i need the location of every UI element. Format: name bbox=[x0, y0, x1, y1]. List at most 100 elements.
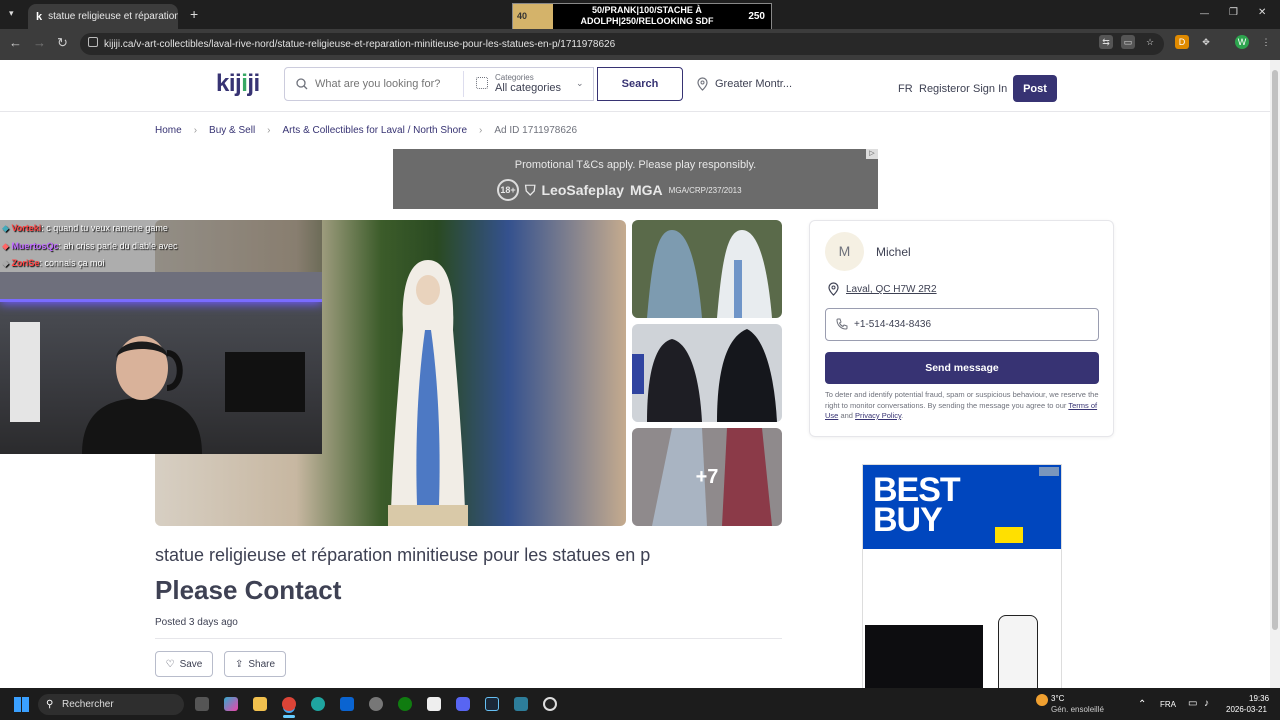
avatar[interactable]: M bbox=[825, 232, 864, 271]
bookmark-star-icon[interactable]: ☆ bbox=[1143, 35, 1157, 49]
reload-icon[interactable]: ↻ bbox=[57, 35, 68, 51]
save-button[interactable]: ♡ Save bbox=[155, 651, 213, 677]
sign-in-link[interactable]: Sign In bbox=[973, 83, 1007, 95]
weather-icon[interactable] bbox=[1036, 694, 1048, 706]
share-label: Share bbox=[248, 658, 276, 670]
chat-badge-icon: ◆ bbox=[2, 241, 9, 251]
address-bar[interactable]: kijiji.ca/v-art-collectibles/laval-rive-… bbox=[80, 33, 1164, 55]
tab-list-button[interactable]: ▾ bbox=[9, 8, 14, 19]
taskbar-search-label: Rechercher bbox=[62, 699, 114, 710]
breadcrumb-category[interactable]: Arts & Collectibles for Laval / North Sh… bbox=[283, 125, 468, 136]
shield-icon: ⛉ bbox=[525, 181, 536, 198]
seller-name[interactable]: Michel bbox=[876, 245, 911, 259]
share-icon: ⇪ bbox=[234, 658, 244, 670]
volume-icon[interactable]: ♪ bbox=[1204, 698, 1209, 709]
url-text: kijiji.ca/v-art-collectibles/laval-rive-… bbox=[104, 38, 616, 50]
ad-choices-icon[interactable] bbox=[1039, 467, 1059, 476]
chat-message: ◆ MuertosQc: ah criss parle du diable av… bbox=[2, 241, 178, 252]
cast-icon[interactable]: ▭ bbox=[1121, 35, 1135, 49]
app-icon[interactable] bbox=[514, 697, 528, 711]
mga-license: MGA/CRP/237/2013 bbox=[668, 185, 742, 195]
promo-text: Promotional T&Cs apply. Please play resp… bbox=[514, 159, 757, 171]
windows-taskbar bbox=[0, 688, 1280, 720]
breadcrumb-home[interactable]: Home bbox=[155, 125, 182, 136]
extensions-puzzle-icon[interactable]: ✥ bbox=[1199, 35, 1213, 49]
forward-arrow-icon[interactable]: → bbox=[33, 35, 46, 50]
keyboard-language[interactable]: FRA bbox=[1160, 700, 1176, 709]
chevron-down-icon[interactable]: ⌄ bbox=[576, 78, 584, 89]
disclaimer-body: To deter and identify potential fraud, s… bbox=[825, 390, 1099, 410]
best-buy-ad[interactable]: BEST BUY bbox=[862, 464, 1062, 689]
window-close-button[interactable]: ✕ bbox=[1258, 7, 1266, 18]
search-button[interactable]: Search bbox=[597, 67, 683, 101]
categories-select[interactable]: All categories bbox=[495, 82, 561, 94]
weather-desc[interactable]: Gén. ensoleillé bbox=[1051, 705, 1104, 714]
divider bbox=[0, 111, 1270, 112]
discord-icon[interactable] bbox=[456, 697, 470, 711]
location-selector[interactable]: Greater Montr... bbox=[715, 78, 792, 90]
thumbnail-2[interactable] bbox=[632, 324, 782, 422]
tray-overflow-icon[interactable]: ⌃ bbox=[1138, 699, 1146, 710]
maximize-button[interactable]: ❐ bbox=[1229, 7, 1238, 18]
search-icon bbox=[296, 78, 308, 93]
chat-badge-icon: ◆ bbox=[2, 223, 9, 233]
tab-title: statue religieuse et réparation ... bbox=[48, 11, 178, 22]
task-view-icon[interactable] bbox=[195, 697, 209, 711]
active-app-indicator bbox=[283, 715, 295, 718]
privacy-policy-link[interactable]: Privacy Policy bbox=[855, 411, 901, 420]
new-tab-button[interactable]: + bbox=[190, 6, 198, 22]
thumbnail-1[interactable] bbox=[632, 220, 782, 318]
categories-grid-icon bbox=[476, 77, 488, 89]
chrome-icon[interactable] bbox=[282, 697, 296, 711]
file-explorer-icon[interactable] bbox=[253, 697, 267, 711]
ad-choices-icon[interactable]: ▷ bbox=[866, 149, 878, 159]
scrollbar-thumb[interactable] bbox=[1272, 70, 1278, 630]
obs-icon[interactable] bbox=[543, 697, 557, 711]
clock-time[interactable]: 19:36 bbox=[1249, 694, 1269, 703]
windows-start-icon[interactable] bbox=[14, 697, 29, 712]
browser-tab[interactable]: k statue religieuse et réparation ... ✕ bbox=[28, 4, 178, 29]
promo-ad-banner[interactable]: Promotional T&Cs apply. Please play resp… bbox=[393, 149, 878, 209]
clock-date[interactable]: 2026-03-21 bbox=[1226, 705, 1267, 714]
store-icon[interactable] bbox=[427, 697, 441, 711]
banner-text: 50/PRANK|100/STACHE À ADOLPH|250/RELOOKI… bbox=[580, 5, 714, 26]
webcam-overlay bbox=[0, 272, 322, 454]
breadcrumb: Home › Buy & Sell › Arts & Collectibles … bbox=[155, 125, 577, 136]
chat-username: ZoriSe bbox=[11, 258, 40, 268]
chat-text: : connais ça moi bbox=[39, 258, 105, 268]
best-buy-tag-icon bbox=[995, 527, 1023, 543]
profile-avatar-icon[interactable]: W bbox=[1235, 35, 1249, 49]
share-button[interactable]: ⇪ Share bbox=[224, 651, 286, 677]
breadcrumb-separator: › bbox=[193, 125, 198, 136]
minimize-button[interactable]: — bbox=[1200, 8, 1209, 18]
site-info-icon[interactable] bbox=[88, 37, 98, 47]
register-link[interactable]: Register bbox=[919, 83, 960, 95]
breadcrumb-separator: › bbox=[479, 125, 483, 136]
language-toggle[interactable]: FR bbox=[898, 83, 913, 95]
extension-ds-icon[interactable]: D bbox=[1175, 35, 1189, 49]
post-ad-button[interactable]: Post bbox=[1013, 75, 1057, 102]
seller-location-link[interactable]: Laval, QC H7W 2R2 bbox=[846, 284, 937, 295]
xbox-icon[interactable] bbox=[398, 697, 412, 711]
weather-temp[interactable]: 3°C bbox=[1051, 694, 1064, 703]
more-photos-count[interactable]: +7 bbox=[632, 428, 782, 526]
translate-icon[interactable]: ⇆ bbox=[1099, 35, 1113, 49]
steam-icon[interactable] bbox=[485, 697, 499, 711]
send-message-button[interactable]: Send message bbox=[825, 352, 1099, 384]
stream-donation-banner: 40 50/PRANK|100/STACHE À ADOLPH|250/RELO… bbox=[512, 3, 772, 30]
outlook-icon[interactable] bbox=[340, 697, 354, 711]
phone-number-field[interactable]: +1-514-434-8436 bbox=[825, 308, 1099, 341]
chat-username: MuertosQc bbox=[11, 241, 59, 251]
kijiji-logo[interactable]: kijiji bbox=[216, 70, 260, 98]
search-input[interactable] bbox=[315, 78, 455, 90]
settings-gear-icon[interactable] bbox=[369, 697, 383, 711]
copilot-icon[interactable] bbox=[224, 697, 238, 711]
edge-icon[interactable] bbox=[311, 697, 325, 711]
taskbar-search[interactable]: Rechercher bbox=[38, 694, 184, 715]
search-icon: ⚲ bbox=[46, 699, 54, 710]
back-arrow-icon[interactable]: ← bbox=[9, 35, 22, 50]
and-text: and bbox=[840, 411, 853, 420]
browser-menu-icon[interactable]: ⋮ bbox=[1259, 35, 1273, 49]
breadcrumb-buy-sell[interactable]: Buy & Sell bbox=[209, 125, 255, 136]
network-icon[interactable]: ▭ bbox=[1188, 698, 1197, 709]
